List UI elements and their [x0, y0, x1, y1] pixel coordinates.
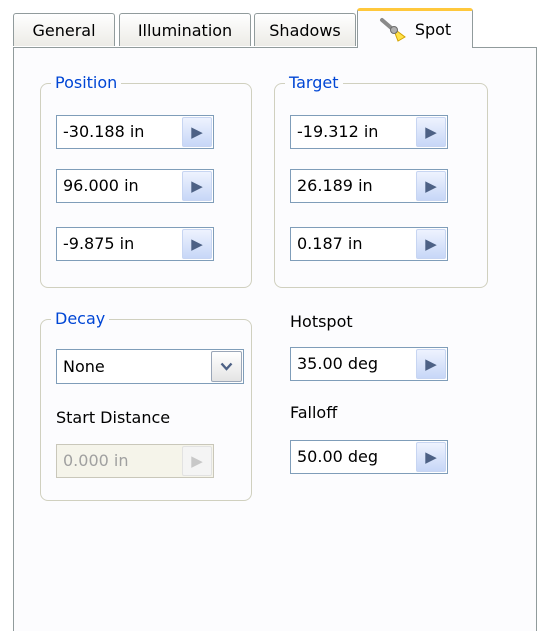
tab-illumination-label: Illumination — [137, 20, 233, 40]
position-y-value: 96.000 in — [63, 176, 139, 195]
chevron-right-icon[interactable]: ▶ — [416, 229, 446, 259]
chevron-down-icon[interactable] — [211, 351, 242, 382]
position-x-field[interactable]: -30.188 in ▶ — [56, 115, 214, 149]
tab-shadows-label: Shadows — [269, 20, 341, 40]
hotspot-field[interactable]: 35.00 deg ▶ — [290, 347, 448, 381]
falloff-field[interactable]: 50.00 deg ▶ — [290, 440, 448, 474]
spotlight-icon — [379, 17, 409, 43]
position-x-value: -30.188 in — [63, 122, 145, 141]
hotspot-label: Hotspot — [290, 312, 353, 331]
chevron-right-icon[interactable]: ▶ — [182, 117, 212, 147]
target-z-value: 0.187 in — [297, 234, 363, 253]
tab-spot-label: Spot — [414, 20, 452, 39]
tab-illumination[interactable]: Illumination — [119, 13, 251, 46]
hotspot-value: 35.00 deg — [297, 354, 379, 373]
target-z-field[interactable]: 0.187 in ▶ — [290, 227, 448, 261]
target-group-title: Target — [285, 72, 343, 94]
chevron-right-icon[interactable]: ▶ — [416, 171, 446, 201]
target-x-value: -19.312 in — [297, 122, 379, 141]
chevron-right-icon[interactable]: ▶ — [416, 442, 446, 472]
decay-group-title: Decay — [51, 308, 110, 330]
chevron-right-icon[interactable]: ▶ — [416, 349, 446, 379]
chevron-right-icon: ▶ — [182, 446, 212, 476]
decay-select-value: None — [63, 357, 105, 376]
tab-general-label: General — [32, 20, 96, 40]
target-y-field[interactable]: 26.189 in ▶ — [290, 169, 448, 203]
start-distance-label: Start Distance — [56, 408, 171, 427]
tab-shadows[interactable]: Shadows — [254, 13, 356, 46]
chevron-right-icon[interactable]: ▶ — [416, 117, 446, 147]
tab-strip: General Illumination Shadows Spot — [0, 0, 553, 48]
position-z-value: -9.875 in — [63, 234, 135, 253]
falloff-value: 50.00 deg — [297, 447, 379, 466]
position-group-title: Position — [51, 72, 122, 94]
decay-select[interactable]: None — [56, 349, 244, 384]
falloff-label: Falloff — [290, 403, 338, 422]
position-y-field[interactable]: 96.000 in ▶ — [56, 169, 214, 203]
chevron-right-icon[interactable]: ▶ — [182, 229, 212, 259]
tab-spot[interactable]: Spot — [357, 8, 473, 48]
tab-general[interactable]: General — [13, 13, 115, 46]
chevron-right-icon[interactable]: ▶ — [182, 171, 212, 201]
target-y-value: 26.189 in — [297, 176, 373, 195]
start-distance-field: 0.000 in ▶ — [56, 444, 214, 478]
start-distance-value: 0.000 in — [63, 451, 129, 470]
position-z-field[interactable]: -9.875 in ▶ — [56, 227, 214, 261]
target-x-field[interactable]: -19.312 in ▶ — [290, 115, 448, 149]
